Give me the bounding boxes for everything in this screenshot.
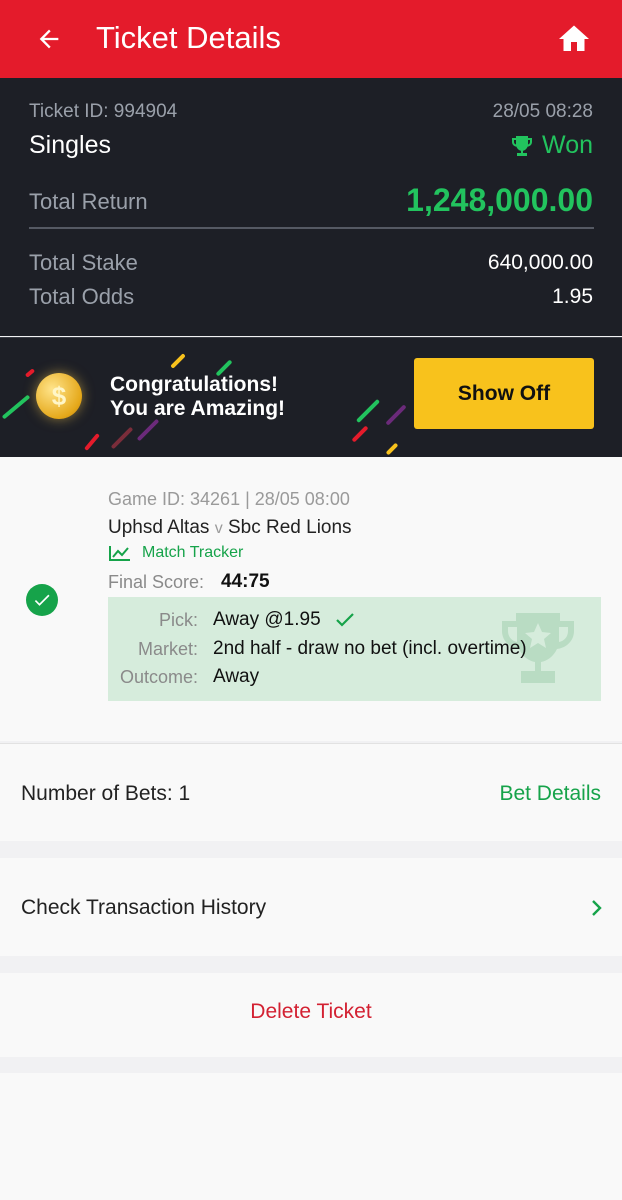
total-odds-value: 1.95 (552, 285, 593, 308)
game-id: Game ID: 34261 | 28/05 08:00 (108, 489, 350, 509)
back-button[interactable] (30, 20, 68, 58)
match-tracker-link[interactable]: Match Tracker (108, 544, 243, 562)
app-header: Ticket Details (0, 0, 622, 78)
status-badge: Won (510, 131, 593, 160)
chart-line-icon (109, 546, 130, 561)
outcome-value: Away (213, 666, 260, 687)
total-return-value: 1,248,000.00 (406, 182, 593, 218)
final-score-value: 44:75 (221, 571, 270, 592)
ticket-datetime: 28/05 08:28 (492, 101, 593, 122)
final-score-label: Final Score: (108, 572, 205, 592)
chevron-right-icon (592, 900, 602, 916)
total-stake-label: Total Stake (29, 250, 138, 275)
confetti (1, 394, 31, 420)
vs-label: v (214, 520, 223, 537)
check-circle-icon (26, 584, 58, 616)
bet-type: Singles (29, 131, 111, 159)
away-team: Sbc Red Lions (227, 517, 352, 538)
pick-value: Away @1.95 (213, 609, 355, 631)
check-icon (335, 613, 354, 627)
transaction-history-label: Check Transaction History (21, 896, 267, 919)
confetti (170, 353, 186, 369)
outcome-label: Outcome: (119, 667, 198, 687)
bet-details-link[interactable]: Bet Details (499, 782, 601, 806)
confetti (24, 368, 36, 378)
arrow-left-icon (39, 29, 59, 49)
confetti (355, 398, 381, 424)
pick-value-text: Away @1.95 (213, 609, 321, 630)
confetti (136, 418, 160, 442)
confetti (385, 442, 399, 456)
number-of-bets: Number of Bets: 1 (21, 782, 191, 805)
home-button[interactable] (554, 20, 594, 58)
divider (29, 227, 594, 229)
show-off-button[interactable]: Show Off (414, 358, 594, 429)
market-label: Market: (137, 639, 198, 659)
congrats-line-2: You are Amazing! (110, 397, 286, 420)
total-return-label: Total Return (29, 189, 148, 214)
coin-icon: $ (36, 373, 82, 419)
total-stake-value: 640,000.00 (487, 251, 593, 274)
match-tracker-label: Match Tracker (142, 544, 244, 561)
total-odds-label: Total Odds (29, 284, 135, 309)
market-value: 2nd half - draw no bet (incl. overtime) (213, 638, 527, 659)
delete-ticket-button[interactable]: Delete Ticket (0, 1000, 622, 1024)
home-icon (559, 25, 589, 51)
pick-label: Pick: (158, 610, 198, 630)
confetti (84, 433, 100, 451)
page-title: Ticket Details (96, 20, 281, 55)
home-team: Uphsd Altas (108, 517, 210, 538)
confetti (385, 404, 407, 426)
bottom-empty-area (0, 1073, 622, 1200)
pick-details-box: Pick: Away @1.95 Market: 2nd half - draw… (108, 597, 601, 701)
confetti (351, 425, 369, 443)
ticket-id: Ticket ID: 994904 (29, 101, 178, 122)
confetti (110, 426, 134, 450)
match-teams: Uphsd Altas v Sbc Red Lions (108, 517, 352, 539)
trophy-icon (512, 135, 533, 156)
congrats-line-1: Congratulations! (110, 373, 278, 396)
status-text: Won (542, 131, 593, 159)
congrats-text: Congratulations! You are Amazing! (110, 373, 285, 421)
